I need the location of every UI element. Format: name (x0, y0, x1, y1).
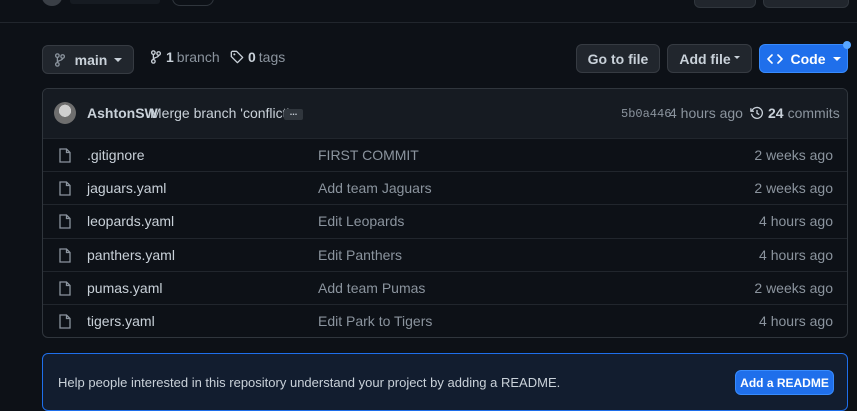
table-row[interactable]: pumas.yaml Add team Pumas 2 weeks ago (43, 271, 847, 304)
latest-commit-bar: AshtonSW Merge branch 'conflict' ... 5b0… (43, 89, 847, 139)
file-commit-link[interactable]: Edit Panthers (318, 247, 402, 263)
file-name-link[interactable]: pumas.yaml (87, 280, 162, 296)
commit-author-link[interactable]: AshtonSW (87, 105, 158, 121)
commit-hash-link[interactable]: 5b0a446 (621, 107, 671, 121)
table-row[interactable]: leopards.yaml Edit Leopards 4 hours ago (43, 204, 847, 237)
code-icon (766, 53, 783, 64)
avatar[interactable] (54, 102, 76, 124)
git-branch-icon (54, 52, 65, 67)
branch-name: main (74, 51, 108, 68)
tag-count: 0 (248, 49, 256, 65)
file-listing: AshtonSW Merge branch 'conflict' ... 5b0… (42, 88, 848, 338)
branches-link[interactable]: 1 branch (150, 49, 220, 65)
file-commit-link[interactable]: Edit Leopards (318, 213, 404, 229)
file-icon (59, 314, 71, 329)
file-icon (59, 214, 71, 229)
tag-icon (230, 50, 244, 64)
expand-commit-message-button[interactable]: ... (284, 108, 303, 120)
owner-avatar[interactable] (42, 0, 62, 6)
file-commit-link[interactable]: Add team Jaguars (318, 180, 432, 196)
tag-count-label: tags (258, 49, 286, 65)
file-commit-link[interactable]: Add team Pumas (318, 280, 425, 296)
notification-dot (843, 41, 851, 49)
file-name-link[interactable]: jaguars.yaml (87, 180, 166, 196)
visibility-badge (172, 0, 214, 6)
file-name-link[interactable]: tigers.yaml (87, 313, 155, 329)
file-age: 2 weeks ago (754, 280, 833, 296)
add-readme-label: Add a README (740, 375, 829, 390)
go-to-file-button[interactable]: Go to file (576, 44, 660, 73)
add-file-button[interactable]: Add file (667, 44, 752, 73)
file-icon (59, 148, 71, 163)
add-readme-button[interactable]: Add a README (735, 370, 834, 395)
file-age: 4 hours ago (759, 213, 833, 229)
code-label: Code (790, 50, 826, 67)
history-icon (750, 106, 764, 119)
tags-link[interactable]: 0 tags (230, 49, 285, 65)
branch-count: 1 (166, 49, 174, 65)
repo-header-fragment (0, 0, 857, 23)
file-icon (59, 181, 71, 196)
commit-time: 4 hours ago (669, 105, 743, 121)
git-branch-icon (150, 50, 162, 64)
go-to-file-label: Go to file (587, 50, 649, 67)
file-commit-link[interactable]: FIRST COMMIT (318, 147, 419, 163)
commits-history-link[interactable]: 24 commits (750, 105, 840, 121)
readme-banner: Help people interested in this repositor… (42, 353, 848, 411)
commits-count: 24 (768, 105, 784, 121)
file-icon (59, 248, 71, 263)
branch-selector-button[interactable]: main (42, 45, 134, 74)
commits-label: commits (787, 105, 840, 121)
table-row[interactable]: panthers.yaml Edit Panthers 4 hours ago (43, 238, 847, 271)
file-age: 4 hours ago (759, 313, 833, 329)
table-row[interactable]: tigers.yaml Edit Park to Tigers 4 hours … (43, 304, 847, 337)
branch-count-label: branch (176, 49, 220, 65)
table-row[interactable]: .gitignore FIRST COMMIT 2 weeks ago (43, 138, 847, 171)
repo-name-fragment[interactable] (70, 0, 160, 4)
table-row[interactable]: jaguars.yaml Add team Jaguars 2 weeks ag… (43, 171, 847, 204)
chevron-down-icon (114, 57, 123, 62)
file-commit-link[interactable]: Edit Park to Tigers (318, 313, 432, 329)
file-name-link[interactable]: panthers.yaml (87, 247, 175, 263)
readme-banner-text: Help people interested in this repositor… (58, 375, 561, 390)
file-age: 2 weeks ago (754, 180, 833, 196)
header-action-button[interactable] (694, 0, 756, 8)
file-name-link[interactable]: leopards.yaml (87, 213, 174, 229)
chevron-down-icon (832, 56, 841, 61)
add-file-label: Add file (679, 50, 731, 67)
file-age: 2 weeks ago (754, 147, 833, 163)
code-button[interactable]: Code (759, 44, 848, 73)
commit-message-link[interactable]: Merge branch 'conflict' (150, 105, 289, 121)
header-action-button[interactable] (763, 0, 849, 8)
file-name-link[interactable]: .gitignore (87, 147, 145, 163)
file-icon (59, 281, 71, 296)
chevron-down-icon (733, 55, 740, 59)
file-age: 4 hours ago (759, 247, 833, 263)
